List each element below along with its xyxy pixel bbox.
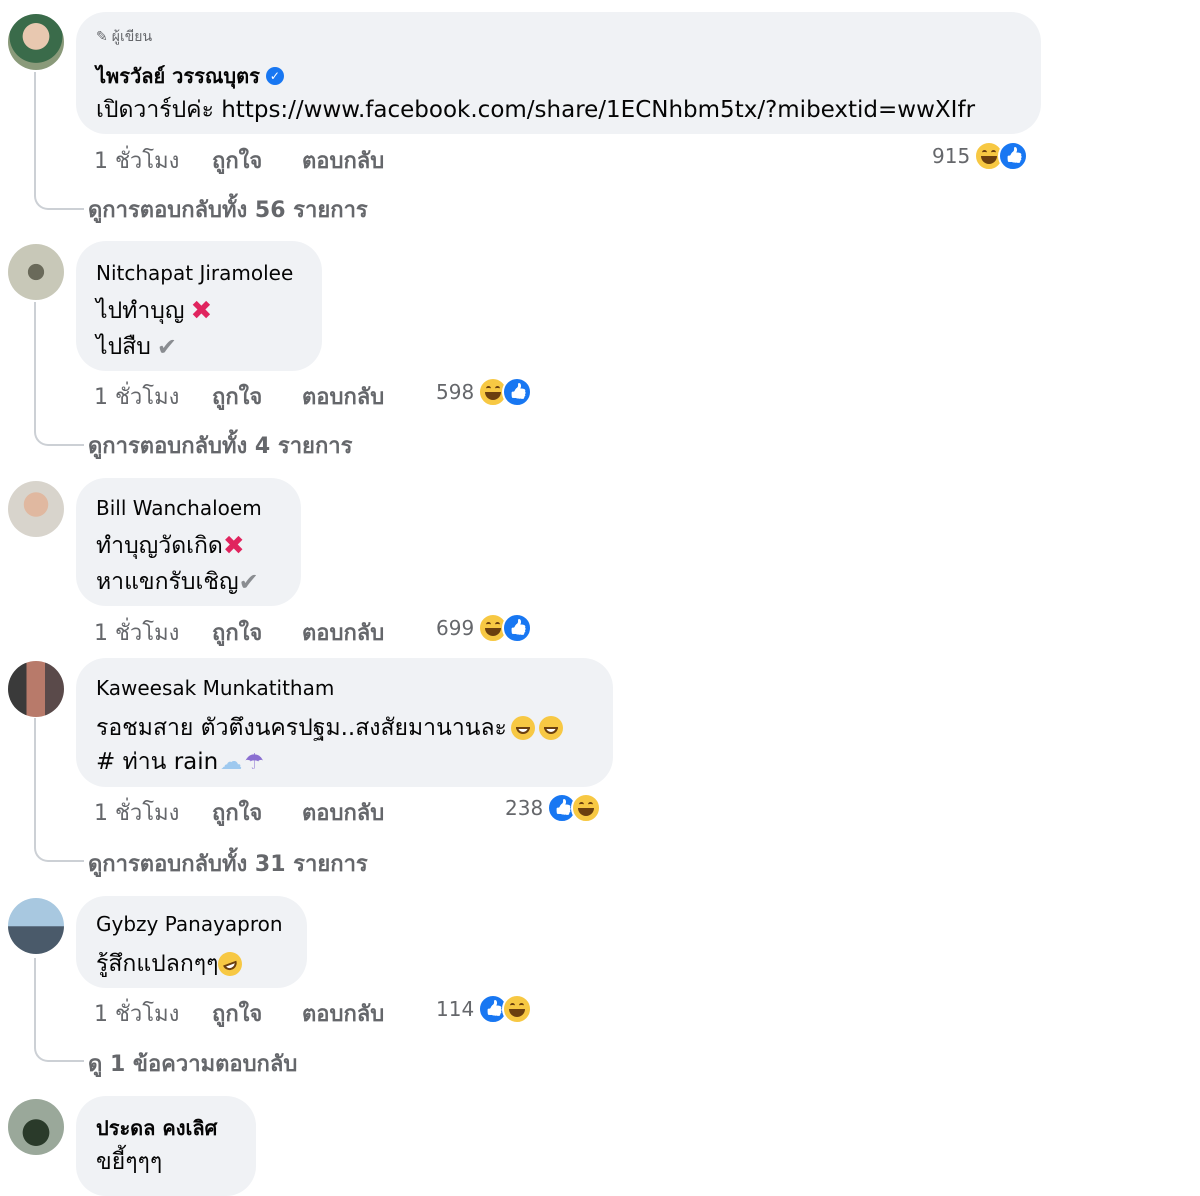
- avatar[interactable]: [8, 898, 64, 954]
- grin-emoji-icon: [538, 716, 563, 740]
- comment-bubble: Bill Wanchaloem ทำบุญวัดเกิด ✖ หาแขกรับเ…: [76, 478, 301, 606]
- comment-bubble: Nitchapat Jiramolee ไปทำบุญ ✖ ไปสืบ ✔: [76, 241, 322, 371]
- avatar[interactable]: [8, 244, 64, 300]
- comment-bubble: Kaweesak Munkatitham รอชมสาย ตัวตึงนครปฐ…: [76, 658, 613, 787]
- like-button[interactable]: ถูกใจ: [212, 379, 262, 414]
- rain-cloud-icon: ☁: [220, 749, 243, 775]
- check-mark-icon: ✔: [238, 568, 259, 596]
- comment-text-line: ไปสืบ ✔: [96, 333, 177, 361]
- view-replies-link[interactable]: ดูการตอบกลับทั้ง 31 รายการ: [88, 846, 368, 881]
- avatar[interactable]: [8, 661, 64, 717]
- reaction-summary[interactable]: 238: [505, 793, 602, 823]
- reaction-count: 114: [436, 997, 475, 1021]
- author-badge: ✎ ผู้เขียน: [96, 29, 153, 45]
- view-replies-link[interactable]: ดูการตอบกลับทั้ง 4 รายการ: [88, 428, 352, 463]
- timestamp[interactable]: 1 ชั่วโมง: [94, 379, 179, 414]
- reaction-summary[interactable]: 114: [436, 994, 533, 1024]
- comment-text-line: รอชมสาย ตัวตึงนครปฐม..สงสัยมานานละ: [96, 710, 563, 746]
- reaction-count: 238: [505, 796, 544, 820]
- like-reaction-icon: [502, 377, 533, 407]
- comment-author[interactable]: Kaweesak Munkatitham: [96, 676, 334, 700]
- comment-text-line: # ท่าน rain ☁ ☂: [96, 749, 264, 775]
- like-button[interactable]: ถูกใจ: [212, 996, 262, 1031]
- avatar[interactable]: [8, 481, 64, 537]
- comment-author[interactable]: Nitchapat Jiramolee: [96, 261, 293, 285]
- view-replies-link[interactable]: ดู 1 ข้อความตอบกลับ: [88, 1046, 297, 1081]
- thread-line: [34, 718, 84, 862]
- reaction-summary[interactable]: 915: [932, 141, 1029, 171]
- reaction-count: 699: [436, 616, 475, 640]
- timestamp[interactable]: 1 ชั่วโมง: [94, 615, 179, 650]
- like-button[interactable]: ถูกใจ: [212, 795, 262, 830]
- reply-button[interactable]: ตอบกลับ: [302, 996, 384, 1031]
- comment-bubble: Gybzy Panayapron รู้สึกแปลกๆๆ: [76, 896, 307, 988]
- reaction-summary[interactable]: 699: [436, 613, 533, 643]
- check-mark-icon: ✔: [156, 333, 177, 361]
- timestamp[interactable]: 1 ชั่วโมง: [94, 143, 179, 178]
- haha-reaction-icon: [571, 793, 602, 823]
- comment-bubble: ✎ ผู้เขียน ไพรวัลย์ วรรณบุตร ✓ เปิดวาร์ป…: [76, 12, 1041, 134]
- comment-text-line: หาแขกรับเชิญ ✔: [96, 568, 259, 596]
- comment-author[interactable]: Bill Wanchaloem: [96, 496, 262, 520]
- timestamp[interactable]: 1 ชั่วโมง: [94, 996, 179, 1031]
- comment-text: เปิดวาร์ปค่ะ https://www.facebook.com/sh…: [96, 97, 976, 123]
- umbrella-icon: ☂: [244, 749, 264, 775]
- avatar[interactable]: [8, 1099, 64, 1155]
- comment-text-line: ขยี้ๆๆๆ: [96, 1149, 163, 1175]
- comment-author[interactable]: ไพรวัลย์ วรรณบุตร ✓: [96, 60, 284, 92]
- comment-author[interactable]: ประดล คงเลิศ: [96, 1112, 217, 1144]
- reply-button[interactable]: ตอบกลับ: [302, 379, 384, 414]
- reply-button[interactable]: ตอบกลับ: [302, 795, 384, 830]
- like-button[interactable]: ถูกใจ: [212, 615, 262, 650]
- reaction-count: 598: [436, 380, 475, 404]
- comment-text-line: ทำบุญวัดเกิด ✖: [96, 531, 245, 561]
- timestamp[interactable]: 1 ชั่วโมง: [94, 795, 179, 830]
- view-replies-link[interactable]: ดูการตอบกลับทั้ง 56 รายการ: [88, 192, 368, 227]
- grin-emoji-icon: [510, 716, 535, 740]
- reply-button[interactable]: ตอบกลับ: [302, 143, 384, 178]
- like-reaction-icon: [998, 141, 1029, 171]
- thread-line: [34, 958, 84, 1062]
- comment-text-line: ไปทำบุญ ✖: [96, 296, 213, 326]
- rofl-emoji-icon: [215, 948, 246, 980]
- comment-author[interactable]: Gybzy Panayapron: [96, 912, 283, 936]
- like-reaction-icon: [502, 613, 533, 643]
- pencil-icon: ✎: [96, 29, 108, 45]
- haha-reaction-icon: [502, 994, 533, 1024]
- reply-button[interactable]: ตอบกลับ: [302, 615, 384, 650]
- avatar[interactable]: [8, 14, 64, 70]
- reaction-count: 915: [932, 144, 971, 168]
- comment-bubble: ประดล คงเลิศ ขยี้ๆๆๆ: [76, 1096, 256, 1196]
- verified-icon: ✓: [265, 67, 284, 85]
- thread-line: [34, 72, 84, 210]
- reaction-summary[interactable]: 598: [436, 377, 533, 407]
- cross-mark-icon: ✖: [190, 296, 213, 326]
- cross-mark-icon: ✖: [222, 531, 245, 561]
- like-button[interactable]: ถูกใจ: [212, 143, 262, 178]
- thread-line: [34, 302, 84, 446]
- comment-text-line: รู้สึกแปลกๆๆ: [96, 946, 246, 982]
